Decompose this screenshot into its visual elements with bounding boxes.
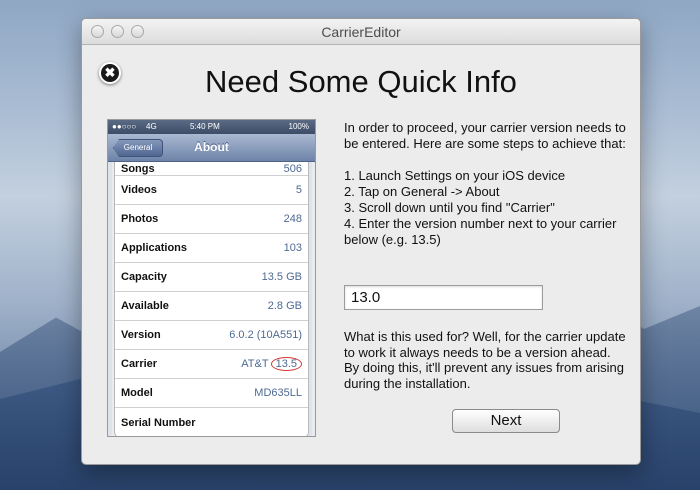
status-time: 5:40 PM (190, 122, 220, 131)
instructions-text: In order to proceed, your carrier versio… (344, 120, 626, 247)
about-list: Songs 506 Videos 5 Photos 248 Applicatio… (108, 162, 315, 436)
list-item: Songs 506 (115, 162, 308, 176)
list-item: Available 2.8 GB (115, 292, 308, 321)
about-group: Songs 506 Videos 5 Photos 248 Applicatio… (114, 162, 309, 436)
window-title: CarrierEditor (321, 24, 401, 40)
list-item-carrier: Carrier AT&T 13.5 (115, 350, 308, 379)
carrier-version-highlight: 13.5 (270, 357, 302, 371)
title-bar[interactable]: CarrierEditor (82, 19, 640, 45)
network-label: 4G (146, 122, 157, 131)
list-item: Model MD635LL (115, 379, 308, 408)
explanation-text: What is this used for? Well, for the car… (344, 329, 626, 391)
iphone-screenshot: ●●○○○ 4G 5:40 PM 100% General About Song… (107, 119, 316, 437)
list-item: Applications 103 (115, 234, 308, 263)
nav-title: About (194, 140, 229, 154)
carrier-version-input[interactable] (344, 285, 543, 310)
list-item: Serial Number (115, 408, 308, 436)
ios-nav-bar: General About (108, 134, 315, 162)
list-item: Videos 5 (115, 176, 308, 205)
ios-status-bar: ●●○○○ 4G 5:40 PM 100% (108, 120, 315, 134)
battery-label: 100% (288, 122, 309, 131)
list-item: Version 6.0.2 (10A551) (115, 321, 308, 350)
next-button[interactable]: Next (452, 409, 560, 433)
page-title: Need Some Quick Info (205, 64, 517, 99)
signal-icon: ●●○○○ (112, 122, 137, 131)
list-item: Capacity 13.5 GB (115, 263, 308, 292)
serial-redacted (206, 411, 302, 434)
list-item: Photos 248 (115, 205, 308, 234)
